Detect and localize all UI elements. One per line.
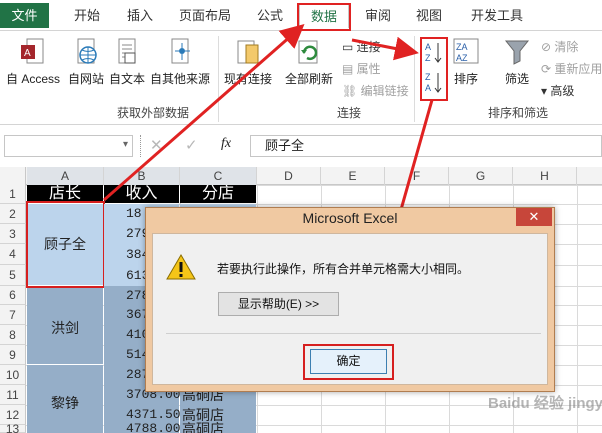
warning-icon xyxy=(166,254,196,280)
dialog-message: 若要执行此操作，所有合并单元格需大小相同。 xyxy=(217,262,470,276)
dialog-title: Microsoft Excel xyxy=(302,210,398,226)
watermark: Baidu 经验 jingyan.baidu.com xyxy=(488,395,602,412)
dialog-divider xyxy=(166,333,541,334)
show-help-button[interactable]: 显示帮助(E) >> xyxy=(218,292,339,316)
excel-window: 文件 开始 插入 页面布局 公式 数据 审阅 视图 开发工具 A 自 Acces… xyxy=(0,0,602,433)
ok-button-highlight xyxy=(303,344,394,380)
dialog-close-button[interactable]: ✕ xyxy=(516,208,552,226)
arrow-to-sort-buttons xyxy=(351,36,419,61)
close-icon: ✕ xyxy=(528,209,540,224)
arrow-to-data-tab xyxy=(103,24,305,202)
